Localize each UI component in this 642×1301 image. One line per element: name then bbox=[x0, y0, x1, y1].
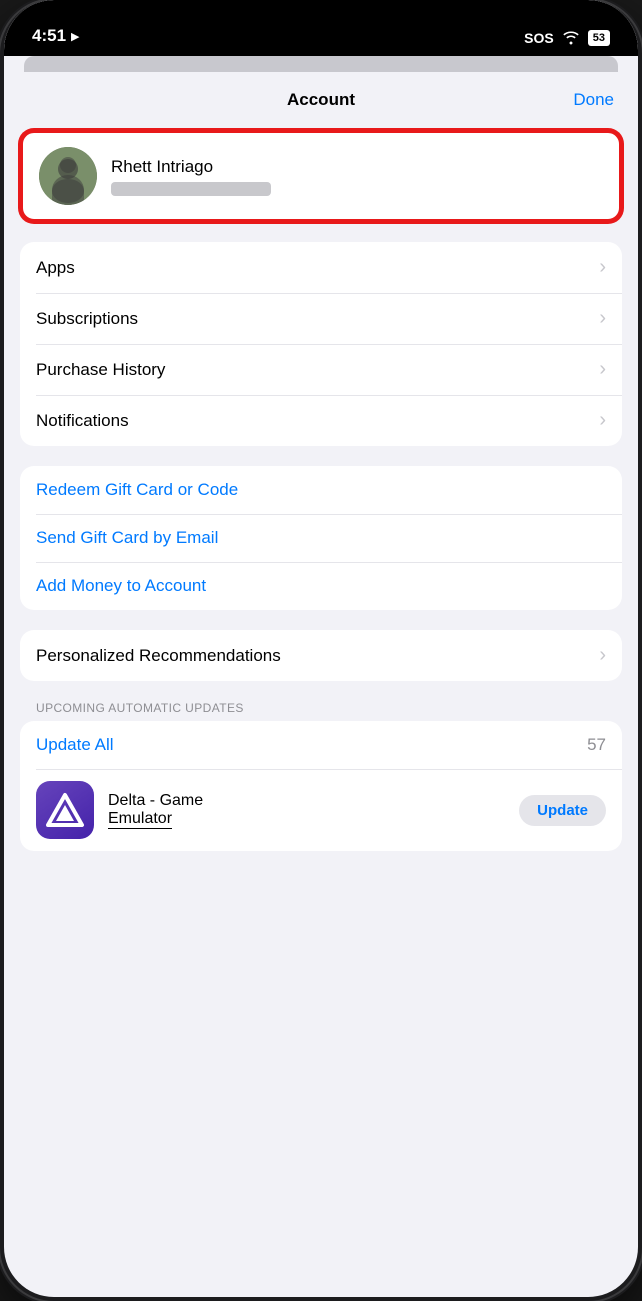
sos-label: SOS bbox=[524, 30, 554, 46]
menu-group-recommendations: Personalized Recommendations bbox=[20, 630, 622, 681]
sheet-peek bbox=[24, 56, 618, 72]
menu-item-send-gift[interactable]: Send Gift Card by Email bbox=[20, 514, 622, 562]
app-icon-delta bbox=[36, 781, 94, 839]
battery-level: 53 bbox=[588, 30, 610, 46]
personalized-label: Personalized Recommendations bbox=[36, 646, 281, 666]
update-all-row[interactable]: Update All 57 bbox=[20, 721, 622, 769]
sheet-title: Account bbox=[287, 90, 355, 110]
apps-chevron bbox=[599, 256, 606, 279]
add-money-label: Add Money to Account bbox=[36, 576, 206, 596]
subscriptions-chevron bbox=[599, 307, 606, 330]
update-all-label: Update All bbox=[36, 735, 114, 755]
update-button[interactable]: Update bbox=[519, 795, 606, 826]
menu-item-subscriptions[interactable]: Subscriptions bbox=[20, 293, 622, 344]
profile-card[interactable]: Rhett Intriago bbox=[20, 130, 622, 222]
profile-email-blurred bbox=[111, 182, 271, 196]
wifi-icon bbox=[562, 31, 580, 45]
dynamic-island bbox=[261, 12, 381, 46]
screen: 4:51 ▶ SOS 53 bbox=[4, 0, 638, 1297]
menu-item-add-money[interactable]: Add Money to Account bbox=[20, 562, 622, 610]
notifications-label: Notifications bbox=[36, 411, 129, 431]
content-area: Account Done bbox=[4, 56, 638, 1297]
battery-indicator: 53 bbox=[588, 30, 610, 46]
menu-group-gifting: Redeem Gift Card or Code Send Gift Card … bbox=[20, 466, 622, 610]
profile-info: Rhett Intriago bbox=[111, 157, 603, 196]
app-name-line1: Delta - Game bbox=[108, 792, 505, 810]
section-label-updates: UPCOMING AUTOMATIC UPDATES bbox=[36, 701, 606, 715]
avatar-svg bbox=[39, 147, 97, 205]
menu-item-redeem[interactable]: Redeem Gift Card or Code bbox=[20, 466, 622, 514]
menu-item-personalized[interactable]: Personalized Recommendations bbox=[20, 630, 622, 681]
main-sheet: Account Done bbox=[4, 72, 638, 881]
purchase-history-label: Purchase History bbox=[36, 360, 165, 380]
send-gift-label: Send Gift Card by Email bbox=[36, 528, 218, 548]
menu-item-apps[interactable]: Apps bbox=[20, 242, 622, 293]
update-all-count: 57 bbox=[587, 735, 606, 755]
updates-card: Update All 57 bbox=[20, 721, 622, 851]
updates-section: UPCOMING AUTOMATIC UPDATES Update All 57 bbox=[20, 701, 622, 851]
apps-label: Apps bbox=[36, 258, 75, 278]
avatar-image bbox=[39, 147, 97, 205]
notifications-chevron bbox=[599, 409, 606, 432]
status-time: 4:51 bbox=[32, 26, 66, 46]
location-icon: ▶ bbox=[71, 30, 79, 43]
subscriptions-label: Subscriptions bbox=[36, 309, 138, 329]
menu-group-main: Apps Subscriptions Purchase History Noti… bbox=[20, 242, 622, 446]
app-update-row-delta: Delta - Game Emulator Update bbox=[20, 769, 622, 851]
redeem-label: Redeem Gift Card or Code bbox=[36, 480, 238, 500]
menu-item-purchase-history[interactable]: Purchase History bbox=[20, 344, 622, 395]
sheet-header: Account Done bbox=[4, 72, 638, 122]
personalized-chevron bbox=[599, 644, 606, 667]
profile-name: Rhett Intriago bbox=[111, 157, 603, 177]
app-name-line2: Emulator bbox=[108, 810, 172, 829]
delta-logo-svg bbox=[44, 789, 86, 831]
avatar bbox=[39, 147, 97, 205]
menu-item-notifications[interactable]: Notifications bbox=[20, 395, 622, 446]
app-info-delta: Delta - Game Emulator bbox=[108, 792, 505, 829]
phone-frame: 4:51 ▶ SOS 53 bbox=[0, 0, 642, 1301]
done-button[interactable]: Done bbox=[573, 90, 614, 110]
app-name-block: Delta - Game Emulator bbox=[108, 792, 505, 829]
purchase-history-chevron bbox=[599, 358, 606, 381]
status-bar: 4:51 ▶ SOS 53 bbox=[4, 0, 638, 56]
